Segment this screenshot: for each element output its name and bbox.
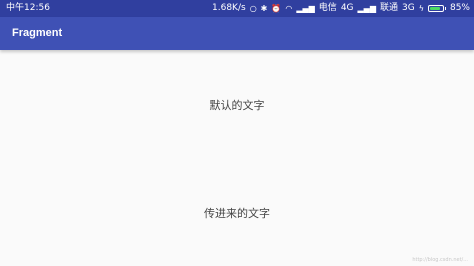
bluetooth-icon: ✱ (260, 4, 268, 13)
app-bar: Fragment (0, 17, 474, 50)
carrier1-name: 电信 (318, 3, 337, 13)
carrier2-name: 联通 (379, 3, 398, 13)
watermark: http://blog.csdn.net/... (412, 257, 468, 263)
status-bar: 中午12:56 1.68K/s ○ ✱ ⏰ ◠ ▂▄▆ 电信 4G ▂▄▆ 联通… (0, 0, 474, 17)
battery-cap (444, 7, 446, 10)
sync-icon: ○ (249, 4, 257, 13)
alarm-icon: ⏰ (271, 4, 282, 13)
status-time: 中午12:56 (6, 3, 50, 13)
screen: 中午12:56 1.68K/s ○ ✱ ⏰ ◠ ▂▄▆ 电信 4G ▂▄▆ 联通… (0, 0, 474, 266)
battery-icon (427, 5, 446, 12)
status-right-group: 1.68K/s ○ ✱ ⏰ ◠ ▂▄▆ 电信 4G ▂▄▆ 联通 3G ϟ 85… (212, 0, 470, 17)
battery-percent: 85% (449, 3, 470, 13)
carrier2-network: 3G (402, 3, 415, 13)
default-text: 默认的文字 (209, 99, 265, 112)
app-title: Fragment (12, 27, 63, 39)
carrier1-network: 4G (340, 3, 354, 13)
network-speed: 1.68K/s (212, 3, 246, 13)
charging-icon: ϟ (418, 4, 424, 13)
passed-text: 传进来的文字 (204, 207, 270, 220)
battery-fill (429, 7, 441, 10)
battery-body (427, 5, 444, 12)
signal2-icon: ▂▄▆ (357, 4, 376, 13)
signal-icon: ▂▄▆ (296, 4, 315, 13)
wifi-icon: ◠ (285, 4, 293, 13)
